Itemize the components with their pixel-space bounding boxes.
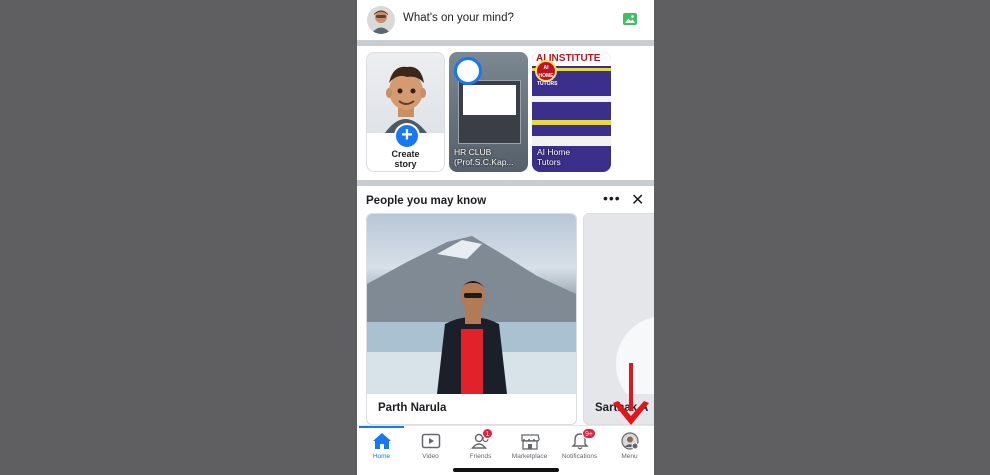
document-page xyxy=(463,85,516,115)
person-card[interactable]: Parth Narula xyxy=(366,213,577,425)
person-name[interactable]: Parth Narula xyxy=(378,402,446,414)
logo-line1: AI xyxy=(543,65,549,71)
people-you-may-know-section: People you may know ••• ✕ Parth Narula S… xyxy=(357,187,654,425)
tab-label: Menu xyxy=(621,453,638,460)
create-story-label-line2: story xyxy=(394,159,417,169)
composer-prompt[interactable]: What's on your mind? xyxy=(403,12,514,24)
story-title: HR CLUB (Prof.S.C.Kap... xyxy=(454,147,526,167)
banner-stripe xyxy=(532,96,611,102)
story-title-line2: Tutors xyxy=(537,157,561,167)
create-story-label: Create story xyxy=(367,149,444,169)
section-divider xyxy=(357,180,654,186)
create-story-card[interactable]: + Create story xyxy=(366,52,445,172)
close-icon[interactable]: ✕ xyxy=(631,190,644,210)
tab-notifications[interactable]: 9+ Notifications xyxy=(555,426,604,475)
add-story-plus-icon[interactable]: + xyxy=(394,123,420,149)
tab-video[interactable]: Video xyxy=(406,426,455,475)
profile-photo xyxy=(367,214,576,394)
tab-label: Video xyxy=(422,453,439,460)
tab-label: Marketplace xyxy=(511,453,548,460)
menu-avatar-icon xyxy=(621,432,639,450)
more-icon[interactable]: ••• xyxy=(603,190,621,206)
logo-line2: HOME xyxy=(538,73,554,79)
tab-menu[interactable]: Menu xyxy=(605,426,654,475)
section-heading: People you may know xyxy=(366,195,487,207)
story-title: AI Home Tutors xyxy=(537,147,609,167)
marketplace-icon xyxy=(521,434,540,450)
notifications-badge: 9+ xyxy=(582,428,596,439)
story-card-hr-club[interactable]: HR CLUB (Prof.S.C.Kap... xyxy=(449,52,528,172)
banner-stripe xyxy=(532,120,611,125)
story-title-line1: AI Home xyxy=(537,147,571,157)
red-down-arrow-icon xyxy=(613,363,649,425)
facebook-app-screen: What's on your mind? + Create story HR C… xyxy=(357,0,654,475)
active-tab-indicator xyxy=(359,426,404,428)
logo-line3: TUTORS xyxy=(537,81,558,87)
story-document-image xyxy=(458,80,521,144)
story-title-line1: HR CLUB xyxy=(454,147,492,157)
home-icon xyxy=(373,433,391,449)
banner-stripe xyxy=(532,136,611,146)
photo-icon[interactable] xyxy=(622,11,638,27)
tab-label: Friends xyxy=(469,453,492,460)
friends-badge: 1 xyxy=(482,428,493,439)
post-composer[interactable]: What's on your mind? xyxy=(357,0,654,40)
avatar-image xyxy=(367,53,444,133)
create-story-label-line1: Create xyxy=(391,149,420,159)
stories-tray: + Create story HR CLUB (Prof.S.C.Kap... … xyxy=(357,46,654,180)
user-avatar-icon[interactable] xyxy=(367,6,395,34)
home-indicator xyxy=(453,468,559,472)
story-card-ai-home-tutors[interactable]: AI INSTITUTE AI HOME TUTORS AI Home Tuto… xyxy=(532,52,611,172)
tab-home[interactable]: Home xyxy=(357,426,406,475)
story-author-avatar xyxy=(454,57,482,85)
ai-home-tutors-logo: AI HOME TUTORS xyxy=(535,60,557,87)
tab-label: Notifications xyxy=(561,453,598,460)
video-icon xyxy=(421,433,441,449)
tab-label: Home xyxy=(372,453,391,460)
story-title-line2: (Prof.S.C.Kap... xyxy=(454,157,514,167)
